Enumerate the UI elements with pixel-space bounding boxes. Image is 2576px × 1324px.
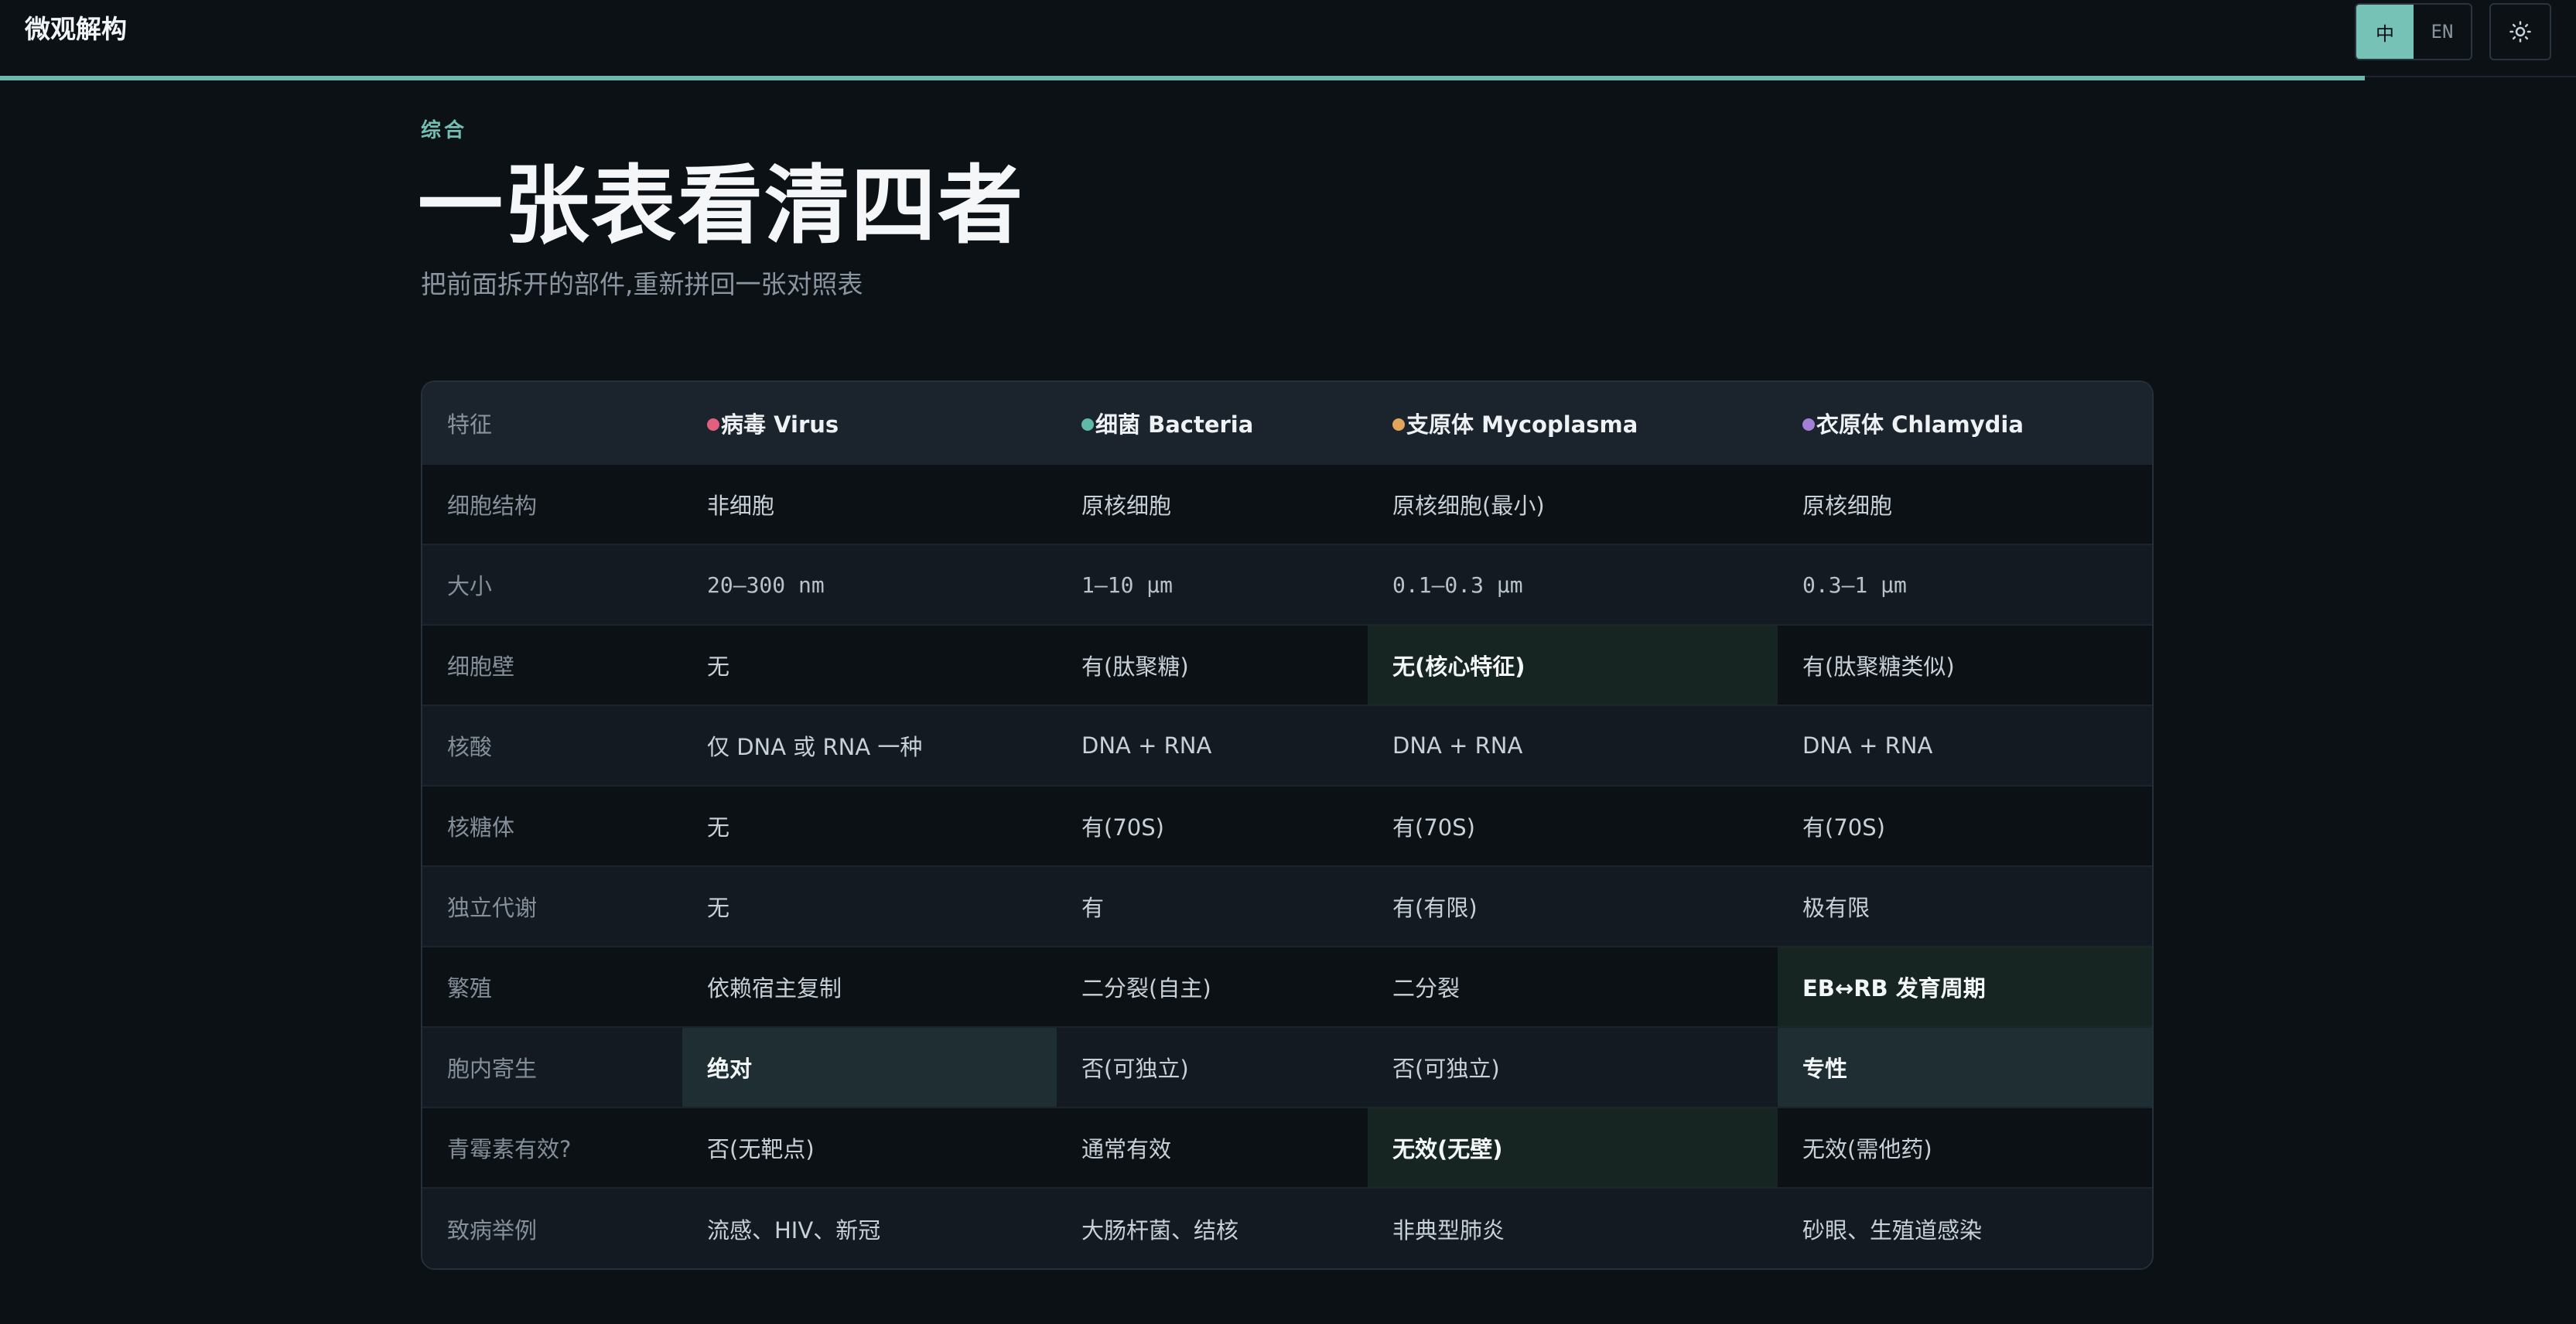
table-cell: 砂眼、生殖道感染 bbox=[1778, 1187, 2152, 1268]
comparison-table: 特征 病毒 Virus 细菌 Bacteria 支原体 Mycoplasma 衣… bbox=[421, 380, 2154, 1270]
top-bar: 微观解构 中 EN bbox=[0, 0, 2576, 77]
table-cell: 原核细胞 bbox=[1778, 463, 2152, 544]
table-cell: 仅 DNA 或 RNA 一种 bbox=[682, 705, 1057, 786]
column-header-label: 衣原体 Chlamydia bbox=[1816, 411, 2024, 438]
table-cell: 20–300 nm bbox=[682, 544, 1057, 625]
table-row: 独立代谢 无 有 有(有限) 极有限 bbox=[422, 865, 2152, 947]
table-cell: DNA + RNA bbox=[1057, 705, 1368, 786]
bacteria-dot-icon bbox=[1081, 418, 1094, 431]
column-header-mycoplasma: 支原体 Mycoplasma bbox=[1368, 382, 1778, 464]
virus-dot-icon bbox=[707, 418, 719, 431]
table-cell: 0.1–0.3 μm bbox=[1368, 544, 1778, 625]
table-cell: 无 bbox=[682, 865, 1057, 947]
table-cell: 有(有限) bbox=[1368, 865, 1778, 947]
row-label: 致病举例 bbox=[422, 1187, 682, 1268]
table-cell: 原核细胞(最小) bbox=[1368, 463, 1778, 544]
page-title: 一张表看清四者 bbox=[418, 156, 1024, 255]
column-header-chlamydia: 衣原体 Chlamydia bbox=[1778, 382, 2152, 464]
table-row: 细胞结构 非细胞 原核细胞 原核细胞(最小) 原核细胞 bbox=[422, 463, 2152, 544]
table-cell: 有(肽聚糖类似) bbox=[1778, 624, 2152, 705]
table-cell: 否(无靶点) bbox=[682, 1107, 1057, 1188]
column-header-bacteria: 细菌 Bacteria bbox=[1057, 382, 1368, 464]
table-cell: 有(70S) bbox=[1057, 785, 1368, 866]
table-cell: 非细胞 bbox=[682, 463, 1057, 544]
table-row: 核糖体 无 有(70S) 有(70S) 有(70S) bbox=[422, 785, 2152, 866]
mycoplasma-dot-icon bbox=[1392, 418, 1405, 431]
column-header-virus: 病毒 Virus bbox=[682, 382, 1057, 464]
row-label: 独立代谢 bbox=[422, 865, 682, 947]
language-switcher: 中 EN bbox=[2355, 3, 2472, 60]
table-cell: 二分裂 bbox=[1368, 946, 1778, 1027]
table-cell: 大肠杆菌、结核 bbox=[1057, 1187, 1368, 1268]
row-label: 细胞结构 bbox=[422, 463, 682, 544]
row-label: 繁殖 bbox=[422, 946, 682, 1027]
table-cell: 有(肽聚糖) bbox=[1057, 624, 1368, 705]
table-row: 繁殖 依赖宿主复制 二分裂(自主) 二分裂 EB↔RB 发育周期 bbox=[422, 946, 2152, 1027]
table-cell: 通常有效 bbox=[1057, 1107, 1368, 1188]
table-cell: 有(70S) bbox=[1368, 785, 1778, 866]
lang-zh-button[interactable]: 中 bbox=[2356, 5, 2414, 59]
chlamydia-dot-icon bbox=[1802, 418, 1815, 431]
row-label: 胞内寄生 bbox=[422, 1026, 682, 1107]
table-cell: 极有限 bbox=[1778, 865, 2152, 947]
table-cell: 有 bbox=[1057, 865, 1368, 947]
table-cell: 无 bbox=[682, 785, 1057, 866]
table-cell: 非典型肺炎 bbox=[1368, 1187, 1778, 1268]
section-eyebrow: 综合 bbox=[421, 119, 468, 142]
table-row: 核酸 仅 DNA 或 RNA 一种 DNA + RNA DNA + RNA DN… bbox=[422, 705, 2152, 786]
sun-icon bbox=[2509, 21, 2531, 43]
table-cell: 1–10 μm bbox=[1057, 544, 1368, 625]
table-cell: 流感、HIV、新冠 bbox=[682, 1187, 1057, 1268]
brand-title[interactable]: 微观解构 bbox=[25, 12, 127, 46]
table-cell-highlighted: 无效(无壁) bbox=[1368, 1107, 1778, 1188]
table-cell: 无效(需他药) bbox=[1778, 1107, 2152, 1188]
theme-toggle-button[interactable] bbox=[2489, 3, 2551, 60]
table-cell: 否(可独立) bbox=[1368, 1026, 1778, 1107]
table-cell: 二分裂(自主) bbox=[1057, 946, 1368, 1027]
table-cell-highlighted: EB↔RB 发育周期 bbox=[1778, 946, 2152, 1027]
table-cell-highlighted: 专性 bbox=[1778, 1026, 2152, 1107]
page-subtitle: 把前面拆开的部件,重新拼回一张对照表 bbox=[421, 269, 863, 299]
table-cell: 原核细胞 bbox=[1057, 463, 1368, 544]
table-cell-highlighted: 无(核心特征) bbox=[1368, 624, 1778, 705]
reading-progress-bar bbox=[0, 76, 2365, 80]
table-cell: 依赖宿主复制 bbox=[682, 946, 1057, 1027]
table-cell: 无 bbox=[682, 624, 1057, 705]
row-label: 大小 bbox=[422, 544, 682, 625]
table-cell: DNA + RNA bbox=[1778, 705, 2152, 786]
column-header-label: 支原体 Mycoplasma bbox=[1406, 411, 1638, 438]
table-row: 细胞壁 无 有(肽聚糖) 无(核心特征) 有(肽聚糖类似) bbox=[422, 624, 2152, 705]
column-header-label: 病毒 Virus bbox=[721, 411, 839, 438]
table-cell: DNA + RNA bbox=[1368, 705, 1778, 786]
table-cell-highlighted: 绝对 bbox=[682, 1026, 1057, 1107]
column-header-feature: 特征 bbox=[422, 382, 682, 464]
table-cell: 有(70S) bbox=[1778, 785, 2152, 866]
table-row: 胞内寄生 绝对 否(可独立) 否(可独立) 专性 bbox=[422, 1026, 2152, 1107]
row-label: 核糖体 bbox=[422, 785, 682, 866]
table-cell: 否(可独立) bbox=[1057, 1026, 1368, 1107]
row-label: 核酸 bbox=[422, 705, 682, 786]
lang-en-button[interactable]: EN bbox=[2414, 5, 2471, 59]
table-cell: 0.3–1 μm bbox=[1778, 544, 2152, 625]
table-row: 青霉素有效? 否(无靶点) 通常有效 无效(无壁) 无效(需他药) bbox=[422, 1107, 2152, 1188]
row-label: 青霉素有效? bbox=[422, 1107, 682, 1188]
table-row: 致病举例 流感、HIV、新冠 大肠杆菌、结核 非典型肺炎 砂眼、生殖道感染 bbox=[422, 1187, 2152, 1268]
column-header-label: 细菌 Bacteria bbox=[1095, 411, 1254, 438]
table-row: 大小 20–300 nm 1–10 μm 0.1–0.3 μm 0.3–1 μm bbox=[422, 544, 2152, 625]
row-label: 细胞壁 bbox=[422, 624, 682, 705]
table-header-row: 特征 病毒 Virus 细菌 Bacteria 支原体 Mycoplasma 衣… bbox=[422, 382, 2152, 464]
